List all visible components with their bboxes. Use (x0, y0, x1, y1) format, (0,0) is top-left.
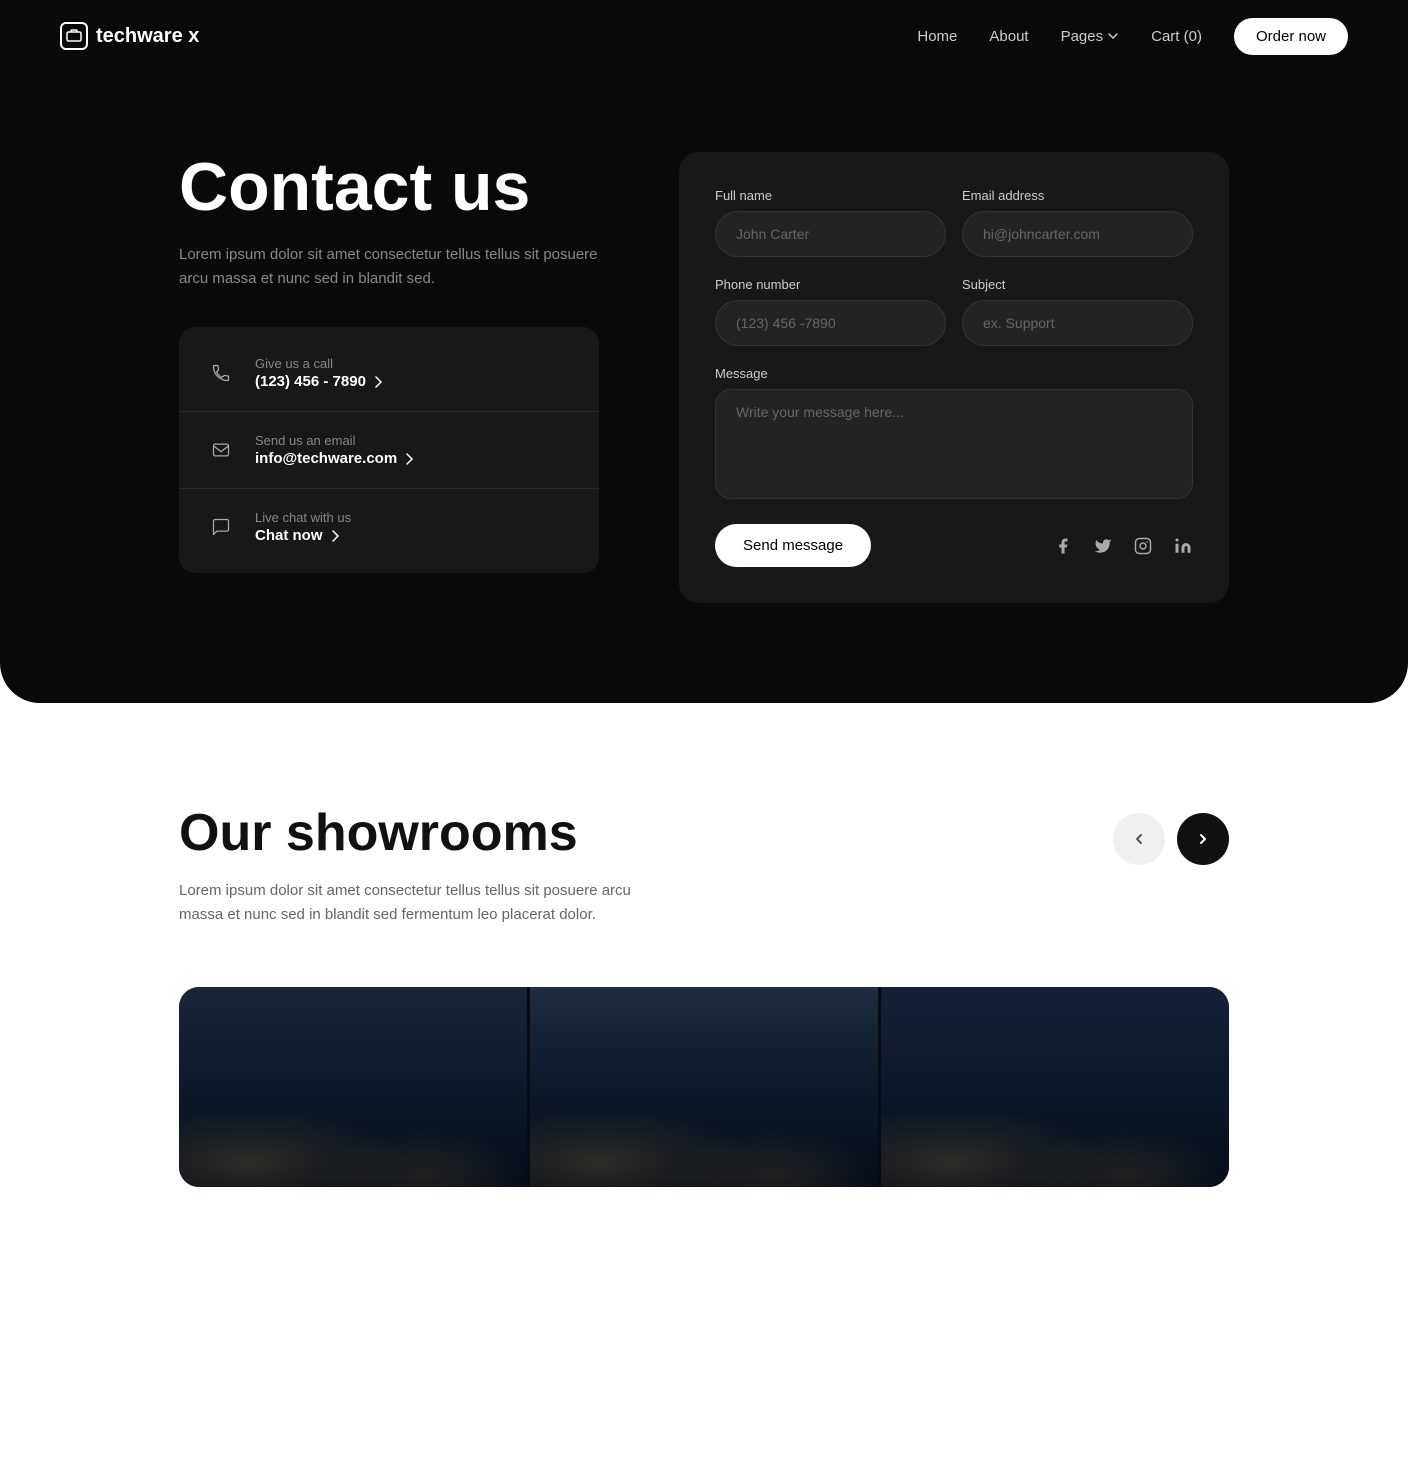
window-pane-2 (530, 987, 881, 1187)
email-address-label: Email address (962, 188, 1193, 203)
message-textarea[interactable] (715, 389, 1193, 499)
linkedin-icon[interactable] (1173, 536, 1193, 556)
navbar: techware x Home About Pages Cart (0) Ord… (0, 0, 1408, 72)
window-frame (179, 987, 1229, 1187)
phone-value: (123) 456 - 7890 (255, 373, 575, 390)
city-lights-3 (881, 1067, 1229, 1187)
contact-card-phone[interactable]: Give us a call (123) 456 - 7890 (179, 335, 599, 412)
showrooms-left: Our showrooms Lorem ipsum dolor sit amet… (179, 803, 679, 927)
showrooms-description: Lorem ipsum dolor sit amet consectetur t… (179, 879, 679, 927)
logo-svg (66, 28, 82, 44)
nav-links: Home About Pages Cart (0) Order now (917, 18, 1348, 55)
phone-input[interactable] (715, 300, 946, 346)
logo-icon (60, 22, 88, 50)
email-card-text: Send us an email info@techware.com (255, 433, 575, 467)
showrooms-header: Our showrooms Lorem ipsum dolor sit amet… (179, 803, 1229, 927)
contact-cards: Give us a call (123) 456 - 7890 (179, 327, 599, 573)
showroom-img-inner (179, 987, 1229, 1187)
hero-title: Contact us (179, 152, 599, 223)
full-name-label: Full name (715, 188, 946, 203)
chat-value: Chat now (255, 527, 575, 544)
hero-description: Lorem ipsum dolor sit amet consectetur t… (179, 243, 599, 291)
full-name-group: Full name (715, 188, 946, 257)
full-name-input[interactable] (715, 211, 946, 257)
prev-arrow-button[interactable] (1113, 813, 1165, 865)
showrooms-section: Our showrooms Lorem ipsum dolor sit amet… (0, 703, 1408, 1247)
subject-label: Subject (962, 277, 1193, 292)
showroom-image (179, 987, 1229, 1187)
form-bottom: Send message (715, 524, 1193, 567)
contact-form-card: Full name Email address Phone number Sub… (679, 152, 1229, 603)
phone-label: Give us a call (255, 356, 575, 371)
chevron-right-icon-email (403, 452, 417, 466)
city-lights-1 (179, 1067, 527, 1187)
email-input[interactable] (962, 211, 1193, 257)
contact-card-email[interactable]: Send us an email info@techware.com (179, 412, 599, 489)
phone-card-text: Give us a call (123) 456 - 7890 (255, 356, 575, 390)
email-group: Email address (962, 188, 1193, 257)
nav-pages-label: Pages (1061, 28, 1104, 45)
chat-card-text: Live chat with us Chat now (255, 510, 575, 544)
order-now-button[interactable]: Order now (1234, 18, 1348, 55)
subject-group: Subject (962, 277, 1193, 346)
phone-icon (203, 355, 239, 391)
nav-about[interactable]: About (989, 28, 1028, 45)
next-arrow-button[interactable] (1177, 813, 1229, 865)
hero-left: Contact us Lorem ipsum dolor sit amet co… (179, 152, 599, 573)
window-pane-1 (179, 987, 530, 1187)
send-message-button[interactable]: Send message (715, 524, 871, 567)
nav-arrows (1113, 803, 1229, 865)
subject-input[interactable] (962, 300, 1193, 346)
form-row-name-email: Full name Email address (715, 188, 1193, 257)
nav-pages[interactable]: Pages (1061, 28, 1120, 45)
facebook-icon[interactable] (1053, 536, 1073, 556)
chevron-right-icon-chat (329, 529, 343, 543)
logo[interactable]: techware x (60, 22, 199, 50)
window-pane-3 (881, 987, 1229, 1187)
contact-card-chat[interactable]: Live chat with us Chat now (179, 489, 599, 565)
chevron-down-icon (1107, 30, 1119, 42)
social-icons (1053, 536, 1193, 556)
chat-label: Live chat with us (255, 510, 575, 525)
instagram-icon[interactable] (1133, 536, 1153, 556)
twitter-icon[interactable] (1093, 536, 1113, 556)
chevron-right-icon (372, 375, 386, 389)
phone-number-label: Phone number (715, 277, 946, 292)
message-group: Message (715, 366, 1193, 504)
logo-text: techware x (96, 25, 199, 48)
nav-home[interactable]: Home (917, 28, 957, 45)
hero-section: Contact us Lorem ipsum dolor sit amet co… (0, 72, 1408, 703)
email-icon (203, 432, 239, 468)
phone-group: Phone number (715, 277, 946, 346)
city-lights-2 (530, 1067, 878, 1187)
email-label: Send us an email (255, 433, 575, 448)
nav-cart[interactable]: Cart (0) (1151, 28, 1202, 45)
chat-icon (203, 509, 239, 545)
email-value: info@techware.com (255, 450, 575, 467)
chevron-right-icon-next (1195, 831, 1211, 847)
message-label: Message (715, 366, 1193, 381)
chevron-left-icon (1131, 831, 1147, 847)
form-row-phone-subject: Phone number Subject (715, 277, 1193, 346)
showrooms-title: Our showrooms (179, 803, 679, 863)
